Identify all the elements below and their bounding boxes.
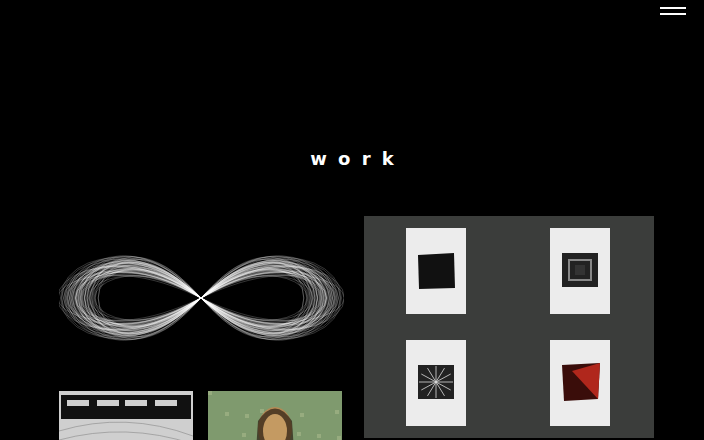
type-artwork[interactable] <box>59 391 193 440</box>
gallery-column <box>59 216 344 440</box>
portrait-artwork[interactable] <box>208 391 342 440</box>
page-title: work <box>310 146 404 172</box>
squares-artwork[interactable] <box>364 216 654 438</box>
menu-icon[interactable] <box>660 5 686 17</box>
thumbnail-row <box>59 391 344 440</box>
gallery <box>0 216 704 440</box>
infinity-artwork[interactable] <box>59 216 344 381</box>
header <box>0 0 704 146</box>
